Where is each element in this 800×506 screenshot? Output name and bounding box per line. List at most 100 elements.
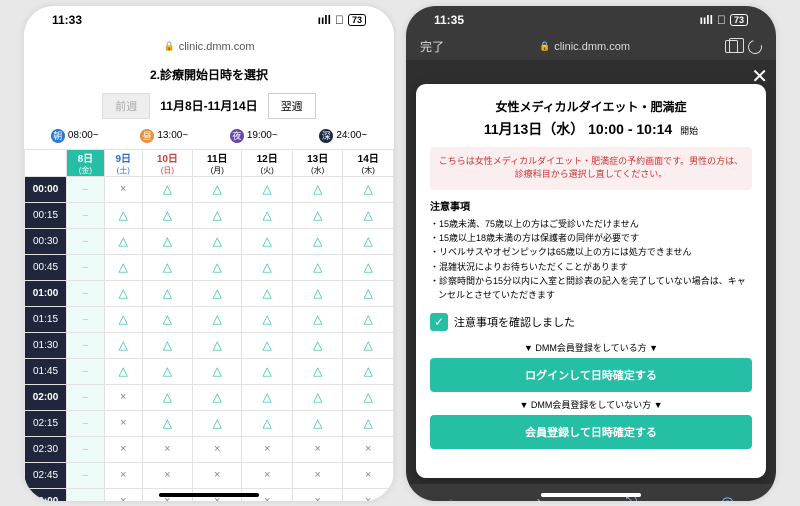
slot-cell[interactable]: △ — [104, 228, 142, 254]
slot-cell[interactable]: △ — [104, 280, 142, 306]
schedule-row: 00:30–△△△△△△ — [25, 228, 394, 254]
login-confirm-button[interactable]: ログインして日時確定する — [430, 358, 752, 392]
slot-cell[interactable]: △ — [343, 306, 394, 332]
datetime-value: 11月13日（水） 10:00 - 10:14 — [484, 121, 672, 137]
done-button[interactable]: 完了 — [420, 38, 444, 55]
day-header[interactable]: 12日(火) — [242, 149, 293, 176]
confirm-checkbox-row[interactable]: ✓ 注意事項を確認しました — [430, 313, 752, 331]
tabs-icon[interactable] — [725, 40, 738, 53]
slot-cell[interactable]: △ — [142, 202, 193, 228]
slot-cell[interactable]: △ — [292, 332, 343, 358]
slot-cell[interactable]: △ — [292, 358, 343, 384]
slot-cell[interactable]: △ — [193, 358, 242, 384]
slot-cell[interactable]: △ — [104, 254, 142, 280]
slot-cell[interactable]: △ — [242, 202, 293, 228]
notes-title: 注意事項 — [430, 198, 752, 213]
slot-cell[interactable]: △ — [193, 254, 242, 280]
slot-cell: × — [242, 462, 293, 488]
slot-cell: × — [292, 436, 343, 462]
slot-cell[interactable]: △ — [142, 254, 193, 280]
slot-cell[interactable]: △ — [242, 176, 293, 202]
back-icon[interactable]: ‹ — [448, 493, 453, 501]
slot-cell[interactable]: △ — [193, 280, 242, 306]
day-header[interactable]: 14日(木) — [343, 149, 394, 176]
time-label: 03:00 — [25, 488, 67, 501]
slot-cell[interactable]: △ — [193, 202, 242, 228]
slot-cell[interactable]: △ — [242, 332, 293, 358]
slot-cell[interactable]: △ — [142, 332, 193, 358]
schedule-table-wrap: 8日(金)9日(土)10日(日)11日(月)12日(火)13日(水)14日(木)… — [24, 149, 394, 501]
slot-cell[interactable]: △ — [142, 176, 193, 202]
day-header[interactable]: 9日(土) — [104, 149, 142, 176]
slot-cell[interactable]: △ — [343, 358, 394, 384]
slot-cell[interactable]: △ — [104, 358, 142, 384]
slot-cell[interactable]: △ — [142, 228, 193, 254]
slot-cell[interactable]: △ — [142, 410, 193, 436]
slot-cell[interactable]: △ — [343, 228, 394, 254]
time-label: 01:15 — [25, 306, 67, 332]
slot-cell: × — [104, 462, 142, 488]
register-confirm-button[interactable]: 会員登録して日時確定する — [430, 415, 752, 449]
slot-cell[interactable]: △ — [193, 332, 242, 358]
reload-icon[interactable] — [745, 37, 764, 56]
slot-cell: – — [67, 254, 105, 280]
slot-cell[interactable]: △ — [292, 228, 343, 254]
slot-cell[interactable]: △ — [193, 384, 242, 410]
slot-cell[interactable]: △ — [193, 306, 242, 332]
slot-cell[interactable]: △ — [242, 410, 293, 436]
slot-cell[interactable]: △ — [193, 410, 242, 436]
slot-cell[interactable]: △ — [292, 254, 343, 280]
wifi-icon: 􀙇 — [335, 13, 344, 27]
slot-cell[interactable]: △ — [142, 384, 193, 410]
slot-cell[interactable]: △ — [343, 254, 394, 280]
wifi-icon: 􀙇 — [717, 13, 726, 27]
slot-cell[interactable]: △ — [343, 280, 394, 306]
section-label-nonmember: ▼ DMM会員登録をしていない方 ▼ — [430, 398, 752, 411]
slot-cell[interactable]: △ — [142, 306, 193, 332]
warning-notice: こちらは女性メディカルダイエット・肥満症の予約画面です。男性の方は、診療科目から… — [430, 147, 752, 190]
schedule-row: 02:15–×△△△△△ — [25, 410, 394, 436]
slot-cell[interactable]: △ — [292, 176, 343, 202]
slot-cell[interactable]: △ — [343, 332, 394, 358]
prev-week-button[interactable]: 前週 — [102, 93, 150, 119]
slot-cell[interactable]: △ — [292, 306, 343, 332]
slot-cell[interactable]: △ — [193, 176, 242, 202]
slot-cell: × — [292, 488, 343, 501]
day-header[interactable]: 10日(日) — [142, 149, 193, 176]
sheet-title: 女性メディカルダイエット・肥満症 — [430, 98, 752, 115]
home-indicator[interactable] — [159, 493, 259, 497]
slot-cell[interactable]: △ — [292, 384, 343, 410]
slot-cell[interactable]: △ — [242, 254, 293, 280]
slot-cell[interactable]: △ — [343, 410, 394, 436]
slot-cell[interactable]: △ — [242, 280, 293, 306]
slot-cell[interactable]: △ — [242, 306, 293, 332]
slot-cell[interactable]: △ — [142, 358, 193, 384]
notes-list: ・15歳未満、75歳以上の方はご受診いただけません・15歳以上18歳未満の方は保… — [430, 217, 752, 303]
slot-cell[interactable]: △ — [343, 202, 394, 228]
slot-cell[interactable]: △ — [343, 176, 394, 202]
day-header[interactable]: 11日(月) — [193, 149, 242, 176]
slot-cell[interactable]: △ — [292, 202, 343, 228]
slot-cell: – — [67, 410, 105, 436]
next-week-button[interactable]: 翌週 — [268, 93, 316, 119]
slot-cell: – — [67, 358, 105, 384]
week-navigation: 前週 11月8日-11月14日 翌週 — [24, 89, 394, 127]
slot-cell[interactable]: △ — [242, 384, 293, 410]
slot-cell[interactable]: △ — [142, 280, 193, 306]
slot-cell[interactable]: △ — [104, 306, 142, 332]
slot-cell[interactable]: △ — [104, 332, 142, 358]
slot-cell[interactable]: △ — [292, 280, 343, 306]
status-bar: 11:33 ııll 􀙇 73 — [24, 6, 394, 34]
slot-cell[interactable]: △ — [292, 410, 343, 436]
slot-cell[interactable]: △ — [104, 202, 142, 228]
home-indicator[interactable] — [541, 493, 641, 497]
day-header[interactable]: 13日(水) — [292, 149, 343, 176]
slot-cell[interactable]: △ — [193, 228, 242, 254]
checkbox-checked-icon[interactable]: ✓ — [430, 313, 448, 331]
slot-cell[interactable]: △ — [343, 384, 394, 410]
slot-cell[interactable]: △ — [242, 228, 293, 254]
slot-cell[interactable]: △ — [242, 358, 293, 384]
compass-icon[interactable]: ◎ — [721, 493, 734, 501]
schedule-row: 02:00–×△△△△△ — [25, 384, 394, 410]
day-header[interactable]: 8日(金) — [67, 149, 105, 176]
